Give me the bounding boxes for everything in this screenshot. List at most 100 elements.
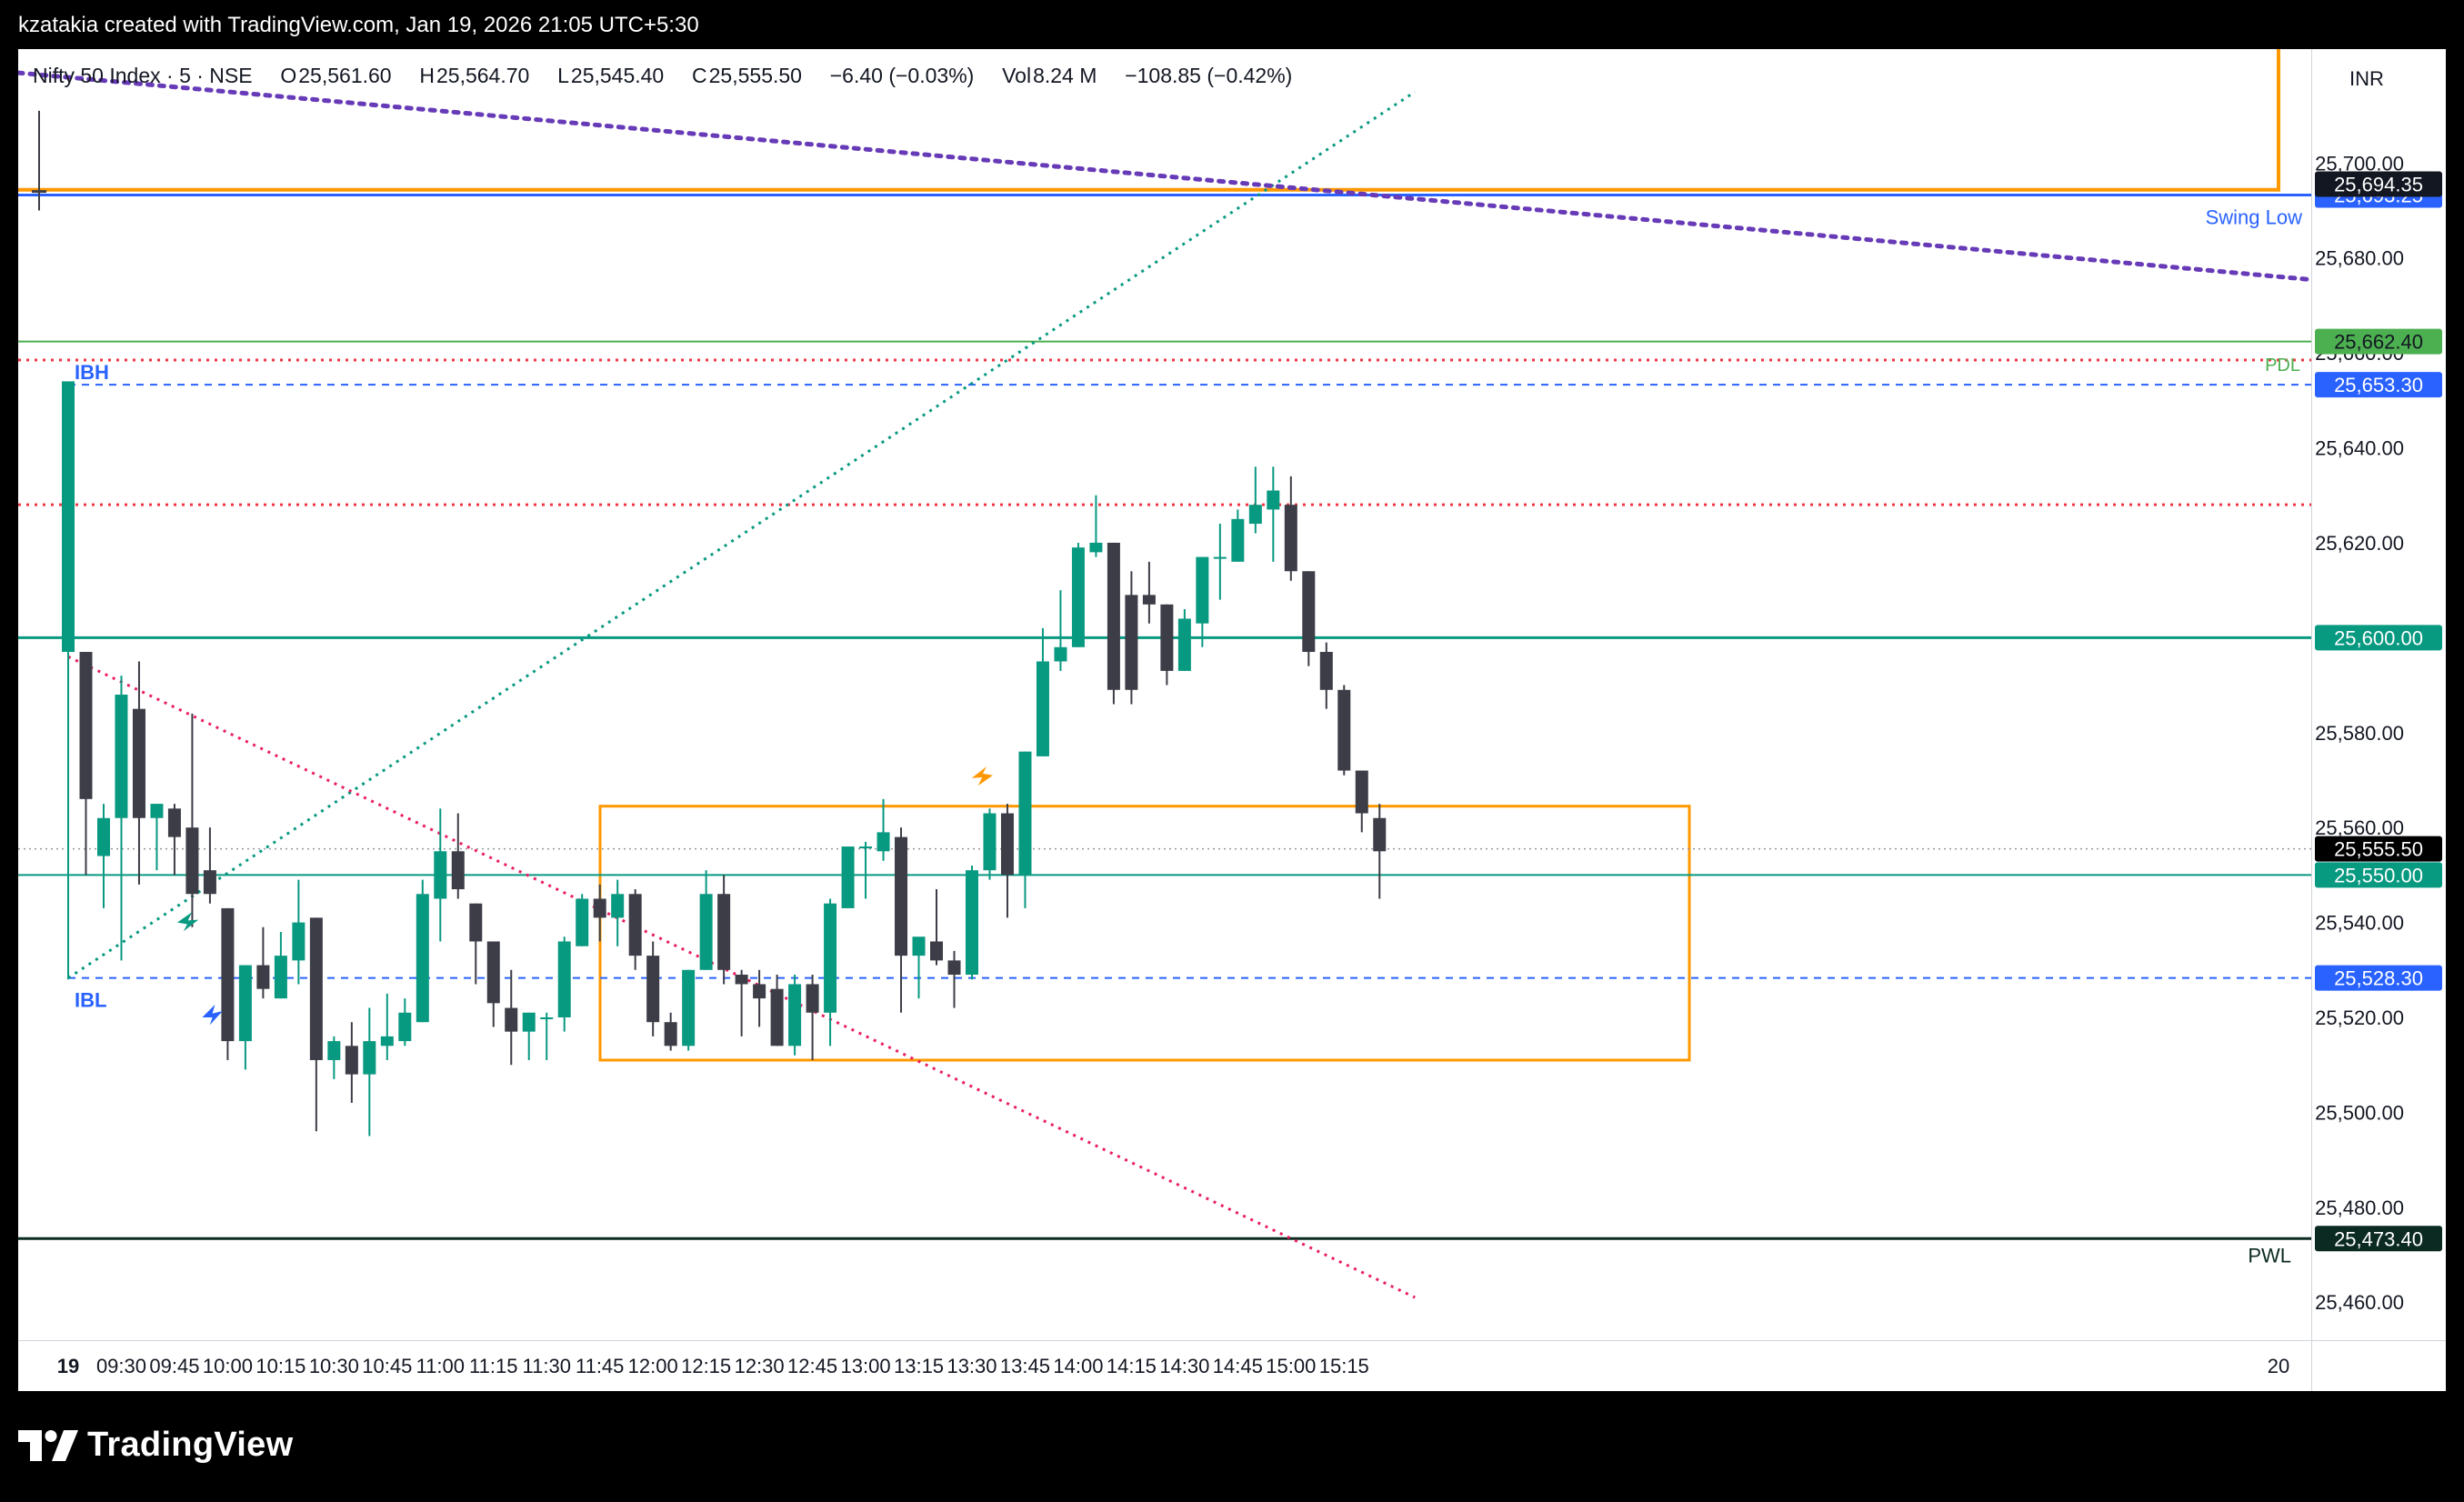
candle-body-38 <box>735 975 748 985</box>
y-tick-5: 25,560.00 <box>2315 816 2404 839</box>
y-tick-11: 25,680.00 <box>2315 247 2404 270</box>
x-tick-5: 10:30 <box>309 1355 359 1377</box>
candle-body-6 <box>167 808 181 837</box>
candle-body-12 <box>274 956 287 999</box>
candle-body-57 <box>1071 547 1085 647</box>
symbol-name[interactable]: Nifty 50 Index · 5 · NSE <box>33 64 253 87</box>
level-badge-8: 25,473.40 <box>2334 1227 2423 1250</box>
volume-change-value: −108.85 (−0.42%) <box>1125 64 1293 87</box>
candle-body-35 <box>682 969 696 1046</box>
volume-key: Vol <box>1002 64 1032 87</box>
x-tick-24: 15:15 <box>1319 1355 1369 1377</box>
x-tick-9: 11:30 <box>523 1355 571 1377</box>
candle-body-60 <box>1125 595 1138 690</box>
tradingview-logo-icon <box>18 1429 78 1461</box>
candle-body-65 <box>1213 556 1227 559</box>
close-value: 25,555.50 <box>708 64 802 87</box>
candle-body-15 <box>327 1041 341 1060</box>
x-tick-19: 14:00 <box>1053 1355 1103 1377</box>
x-tick-2: 09:45 <box>149 1355 199 1377</box>
x-tick-23: 15:00 <box>1266 1355 1316 1377</box>
pwl-label: PWL <box>2248 1244 2291 1267</box>
buy-signal-marker <box>176 912 199 932</box>
y-tick-9: 25,640.00 <box>2315 437 2404 460</box>
close-key: C <box>692 64 707 87</box>
tradingview-brand: TradingView <box>87 1426 294 1464</box>
candle-body-3 <box>115 695 128 818</box>
candle-body-40 <box>770 988 784 1046</box>
candle-body-45 <box>859 846 873 849</box>
candle-body-59 <box>1107 542 1120 690</box>
candle-body-13 <box>292 922 305 961</box>
candle-body-66 <box>1231 518 1245 562</box>
candle-body-74 <box>1373 817 1387 852</box>
candle-body-18 <box>380 1036 394 1046</box>
level-badge-3: 25,653.30 <box>2334 374 2423 396</box>
signal-marker-orange <box>971 766 993 786</box>
candle-body-51 <box>965 870 978 976</box>
candle-body-31 <box>611 894 625 918</box>
candle-body-72 <box>1337 689 1351 771</box>
symbol-legend: Nifty 50 Index · 5 · NSE O25,561.60 H25,… <box>33 64 1294 88</box>
open-value: 25,561.60 <box>298 64 392 87</box>
candlestick-chart[interactable]: IBH IBL Swing Low PDL PWL 25,460.00 25,480.00 2… <box>18 49 2446 1391</box>
candle-body-44 <box>841 846 855 908</box>
y-tick-1: 25,480.00 <box>2315 1197 2404 1219</box>
candle-body-42 <box>806 984 819 1013</box>
x-tick-14: 12:45 <box>787 1355 837 1377</box>
signal-marker-blue <box>202 1005 223 1026</box>
x-tick-4: 10:15 <box>255 1355 305 1377</box>
candle-body-50 <box>947 960 961 976</box>
x-tick-25: 20 <box>2268 1355 2289 1377</box>
candle-body-47 <box>895 836 908 956</box>
candle-body-24 <box>486 941 500 1004</box>
x-tick-20: 14:15 <box>1107 1355 1157 1377</box>
x-tick-16: 13:15 <box>894 1355 944 1377</box>
x-tick-7: 11:00 <box>416 1355 465 1377</box>
candle-body-64 <box>1196 556 1209 624</box>
y-tick-6: 25,580.00 <box>2315 722 2404 745</box>
candle-body-4 <box>132 708 145 818</box>
tradingview-logo: TradingView <box>18 1426 293 1465</box>
candle-body-53 <box>1000 813 1014 876</box>
candle-body-2 <box>96 817 110 856</box>
candle-body-30 <box>593 898 606 918</box>
candle-body-34 <box>664 1022 677 1046</box>
green-trendline <box>67 90 1417 979</box>
candle-body-36 <box>699 894 713 970</box>
candle-body-63 <box>1177 618 1191 671</box>
x-tick-22: 14:45 <box>1213 1355 1263 1377</box>
swing-low-label: Swing Low <box>2206 206 2303 229</box>
x-tick-13: 12:30 <box>735 1355 785 1377</box>
y-tick-4: 25,540.00 <box>2315 912 2404 935</box>
level-badge-7: 25,528.30 <box>2334 967 2423 990</box>
candle-body-48 <box>912 936 926 956</box>
x-tick-3: 10:00 <box>203 1355 253 1377</box>
candle-body-11 <box>256 965 270 989</box>
candle-body-68 <box>1267 490 1280 510</box>
candle-body-7 <box>185 827 199 895</box>
candle-body-71 <box>1319 652 1333 690</box>
x-tick-15: 13:00 <box>841 1355 891 1377</box>
candle-body-14 <box>309 917 323 1060</box>
candle-body-52 <box>983 813 997 871</box>
candle-body-46 <box>876 832 890 852</box>
y-tick-3: 25,520.00 <box>2315 1006 2404 1029</box>
candle-body-16 <box>345 1046 358 1075</box>
volume-value: 8.24 M <box>1033 64 1097 87</box>
candle-body-62 <box>1160 604 1174 671</box>
x-tick-21: 14:30 <box>1159 1355 1209 1377</box>
candle-body-5 <box>150 804 164 818</box>
low-value: 25,545.40 <box>570 64 665 87</box>
high-key: H <box>419 64 435 87</box>
candle-body-49 <box>930 941 944 961</box>
x-tick-6: 10:45 <box>362 1355 412 1377</box>
candle-body-19 <box>398 1012 412 1042</box>
chart-panel[interactable]: IBH IBL Swing Low PDL PWL 25,460.00 25,480.00 2… <box>18 49 2446 1391</box>
high-value: 25,564.70 <box>436 64 530 87</box>
x-tick-10: 11:45 <box>576 1355 624 1377</box>
candle-body-55 <box>1036 661 1049 756</box>
range-box <box>598 805 1691 1062</box>
y-tick-0: 25,460.00 <box>2315 1291 2404 1314</box>
ibh-label: IBH <box>75 361 109 384</box>
